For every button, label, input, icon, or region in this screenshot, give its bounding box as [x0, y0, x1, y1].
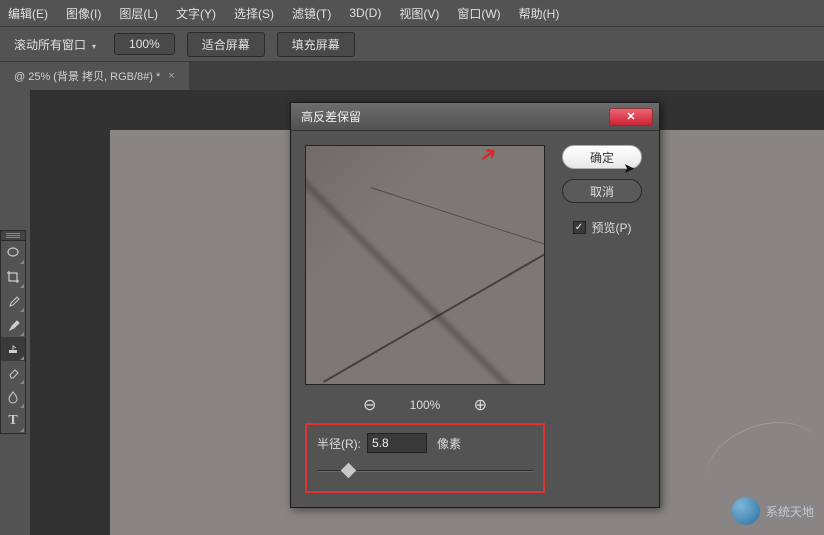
cursor-icon: ➤ [623, 160, 635, 177]
tool-eyedropper[interactable] [1, 289, 25, 313]
menu-select[interactable]: 选择(S) [234, 5, 274, 22]
tool-panel: T [0, 230, 26, 434]
menu-image[interactable]: 图像(I) [66, 5, 101, 22]
tool-clone-stamp[interactable] [1, 337, 25, 361]
dialog-title: 高反差保留 [297, 108, 609, 125]
menu-3d[interactable]: 3D(D) [349, 6, 381, 20]
menu-layer[interactable]: 图层(L) [119, 5, 158, 22]
preview-checkbox-label: 预览(P) [592, 219, 632, 236]
zoom-out-icon[interactable]: ⊖ [360, 395, 380, 415]
menu-type[interactable]: 文字(Y) [176, 5, 216, 22]
menu-help[interactable]: 帮助(H) [519, 5, 560, 22]
panel-grip[interactable] [1, 231, 25, 241]
high-pass-dialog: 高反差保留 ✕ ⊖ 100% ⊕ 半径(R): 像素 [290, 102, 660, 508]
tool-eraser[interactable] [1, 361, 25, 385]
cancel-button[interactable]: 取消 [562, 179, 642, 203]
zoom-in-icon[interactable]: ⊕ [470, 395, 490, 415]
tool-blur[interactable] [1, 385, 25, 409]
filter-preview[interactable] [305, 145, 545, 385]
radius-input[interactable] [367, 433, 427, 453]
preview-zoom-percent: 100% [410, 398, 441, 412]
chevron-down-icon: ▾ [92, 42, 96, 51]
watermark-text: 系统天地 [766, 503, 814, 520]
radius-slider[interactable] [317, 465, 533, 477]
zoom-percent-field[interactable]: 100% [114, 33, 175, 55]
options-bar: 滚动所有窗口▾ 100% 适合屏幕 填充屏幕 [0, 26, 824, 62]
slider-thumb[interactable] [341, 463, 357, 479]
radius-group: 半径(R): 像素 [305, 423, 545, 493]
document-tab[interactable]: @ 25% (背景 拷贝, RGB/8#) * × [0, 62, 189, 90]
scroll-all-windows[interactable]: 滚动所有窗口▾ [8, 33, 102, 56]
document-tab-bar: @ 25% (背景 拷贝, RGB/8#) * × [0, 62, 824, 90]
document-tab-title: @ 25% (背景 拷贝, RGB/8#) * [14, 68, 160, 84]
fill-screen-button[interactable]: 填充屏幕 [277, 32, 355, 57]
menubar: 编辑(E) 图像(I) 图层(L) 文字(Y) 选择(S) 滤镜(T) 3D(D… [0, 0, 824, 26]
tool-crop[interactable] [1, 265, 25, 289]
dialog-close-button[interactable]: ✕ [609, 108, 653, 126]
radius-unit: 像素 [437, 435, 461, 452]
radius-label: 半径(R): [317, 435, 361, 452]
watermark: 系统天地 [732, 497, 814, 525]
preview-checkbox[interactable]: ✓ [573, 221, 586, 234]
globe-icon [732, 497, 760, 525]
tool-type[interactable]: T [1, 409, 25, 433]
tool-brush[interactable] [1, 313, 25, 337]
dialog-titlebar[interactable]: 高反差保留 ✕ [291, 103, 659, 131]
menu-filter[interactable]: 滤镜(T) [292, 5, 331, 22]
menu-edit[interactable]: 编辑(E) [8, 5, 48, 22]
ok-button[interactable]: 确定 ➤ [562, 145, 642, 169]
close-icon[interactable]: × [168, 70, 174, 82]
menu-view[interactable]: 视图(V) [399, 5, 439, 22]
tool-lasso[interactable] [1, 241, 25, 265]
fit-screen-button[interactable]: 适合屏幕 [187, 32, 265, 57]
menu-window[interactable]: 窗口(W) [457, 5, 500, 22]
